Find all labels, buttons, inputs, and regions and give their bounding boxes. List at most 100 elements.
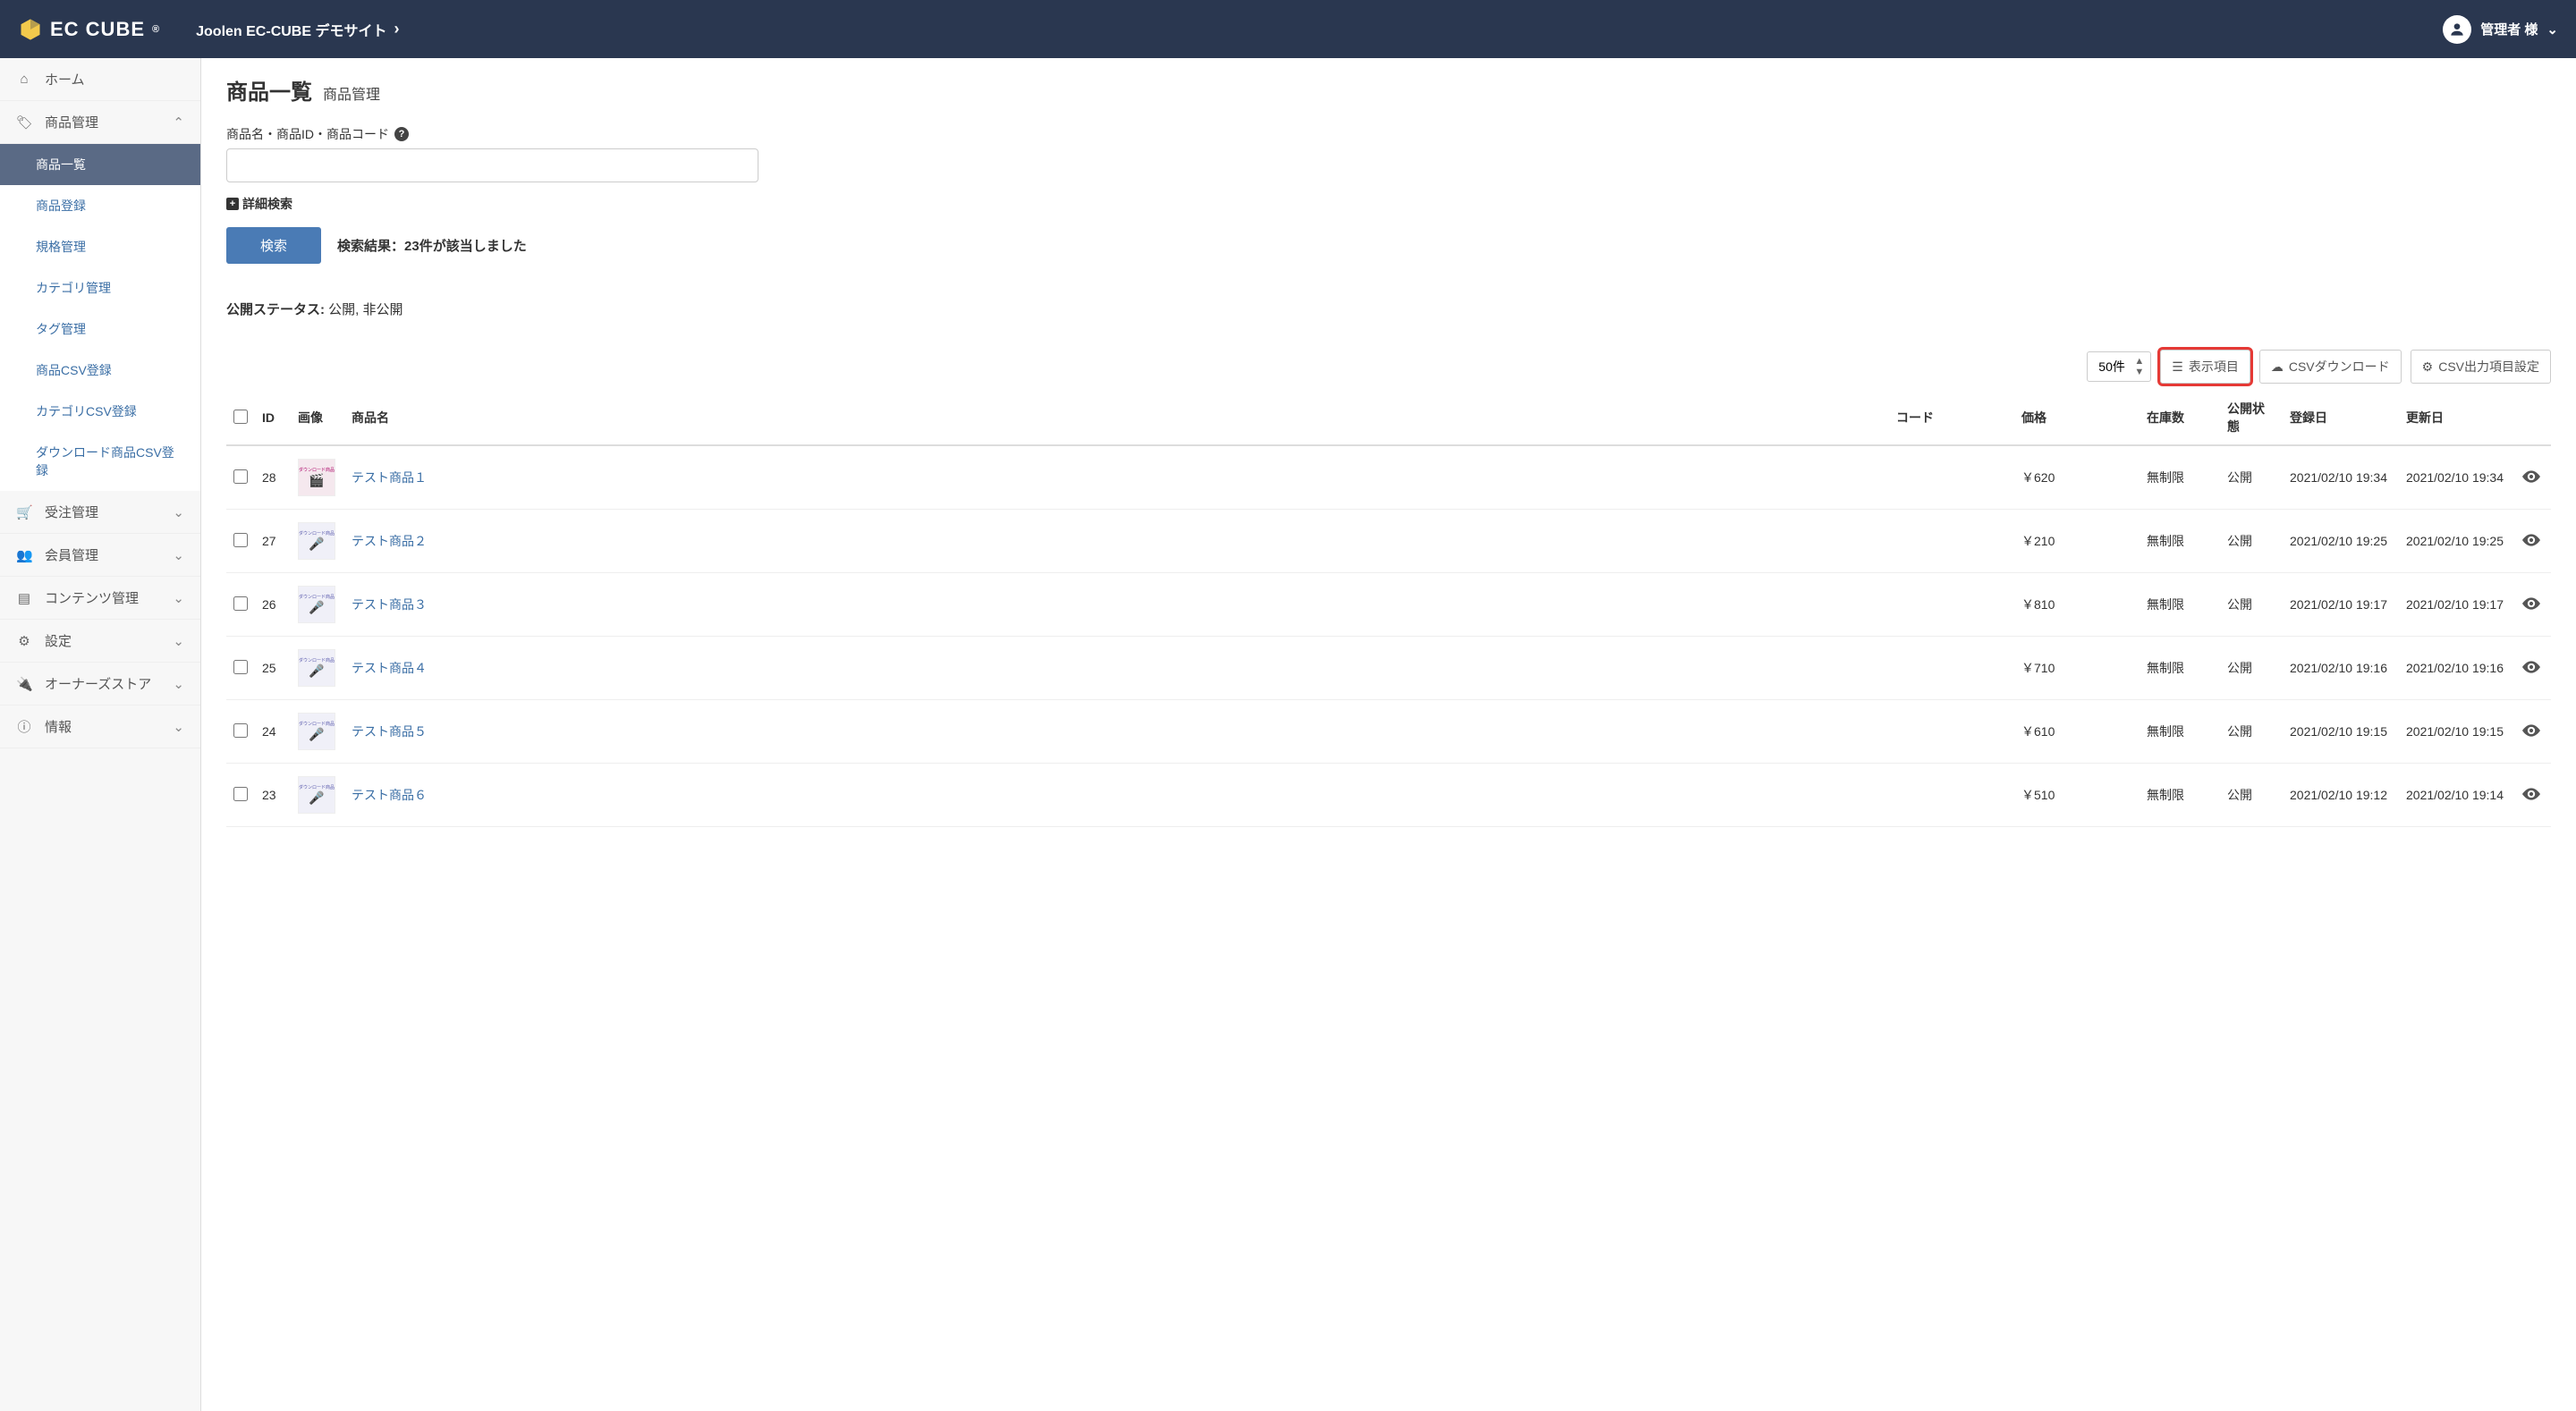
product-name-link[interactable]: テスト商品５	[352, 724, 427, 739]
sliders-icon: ☰	[2172, 359, 2183, 375]
cell-code	[1889, 510, 2014, 573]
display-columns-button[interactable]: ☰ 表示項目	[2160, 350, 2250, 384]
preview-icon[interactable]	[2522, 535, 2540, 549]
row-checkbox[interactable]	[233, 469, 248, 484]
cell-created: 2021/02/10 19:12	[2283, 764, 2399, 827]
preview-icon[interactable]	[2522, 598, 2540, 613]
cell-updated: 2021/02/10 19:15	[2399, 700, 2515, 764]
cell-updated: 2021/02/10 19:16	[2399, 637, 2515, 700]
preview-icon[interactable]	[2522, 789, 2540, 803]
preview-icon[interactable]	[2522, 471, 2540, 486]
cell-stock: 無制限	[2140, 445, 2220, 510]
page-heading: 商品一覧	[226, 74, 312, 106]
help-icon[interactable]: ?	[394, 127, 409, 141]
users-icon: 👥	[16, 547, 32, 563]
nav-product-csv[interactable]: 商品CSV登録	[0, 350, 200, 391]
product-name-link[interactable]: テスト商品１	[352, 470, 427, 485]
col-updated: 更新日	[2399, 391, 2515, 445]
nav-product-submenu: 商品一覧 商品登録 規格管理 カテゴリ管理 タグ管理 商品CSV登録 カテゴリC…	[0, 144, 200, 491]
cell-created: 2021/02/10 19:15	[2283, 700, 2399, 764]
chevron-down-icon: ⌄	[173, 590, 184, 606]
user-menu[interactable]: 管理者 様 ⌄	[2443, 15, 2558, 44]
cloud-download-icon: ☁	[2271, 359, 2284, 375]
nav-category-mgmt[interactable]: カテゴリ管理	[0, 267, 200, 308]
row-checkbox[interactable]	[233, 596, 248, 611]
csv-settings-button[interactable]: ⚙ CSV出力項目設定	[2411, 350, 2551, 384]
row-checkbox[interactable]	[233, 660, 248, 674]
cell-id: 23	[255, 764, 291, 827]
nav-info[interactable]: ⓘ 情報 ⌄	[0, 706, 200, 748]
user-avatar-icon	[2443, 15, 2471, 44]
brand-logo[interactable]: EC CUBE®	[18, 17, 160, 42]
csv-download-button[interactable]: ☁ CSVダウンロード	[2259, 350, 2402, 384]
cell-code	[1889, 573, 2014, 637]
product-name-link[interactable]: テスト商品３	[352, 597, 427, 612]
cell-price: ￥210	[2014, 510, 2140, 573]
nav-home[interactable]: ⌂ ホーム	[0, 58, 200, 101]
nav-category-csv[interactable]: カテゴリCSV登録	[0, 391, 200, 432]
nav-product-list[interactable]: 商品一覧	[0, 144, 200, 185]
per-page-select[interactable]: 50件	[2087, 351, 2151, 382]
col-created: 登録日	[2283, 391, 2399, 445]
cell-price: ￥620	[2014, 445, 2140, 510]
sidebar: ⌂ ホーム 🏷 商品管理 ⌃ 商品一覧 商品登録 規格管理 カテゴリ管理 タグ管…	[0, 58, 201, 1411]
chevron-down-icon: ⌄	[173, 633, 184, 649]
cell-id: 24	[255, 700, 291, 764]
advanced-search-toggle[interactable]: + 詳細検索	[226, 195, 2551, 213]
col-name: 商品名	[344, 391, 1889, 445]
cell-price: ￥510	[2014, 764, 2140, 827]
cell-status: 公開	[2220, 700, 2283, 764]
product-thumbnail: ダウンロード商品🎬	[298, 459, 335, 496]
nav-product-mgmt[interactable]: 🏷 商品管理 ⌃	[0, 101, 200, 144]
nav-order[interactable]: 🛒 受注管理 ⌄	[0, 491, 200, 534]
nav-product-register[interactable]: 商品登録	[0, 185, 200, 226]
table-row: 28ダウンロード商品🎬テスト商品１￥620無制限公開2021/02/10 19:…	[226, 445, 2551, 510]
cell-id: 26	[255, 573, 291, 637]
chevron-down-icon: ⌄	[173, 719, 184, 735]
cell-stock: 無制限	[2140, 700, 2220, 764]
search-input[interactable]	[226, 148, 758, 182]
table-row: 23ダウンロード商品🎤テスト商品６￥510無制限公開2021/02/10 19:…	[226, 764, 2551, 827]
preview-icon[interactable]	[2522, 662, 2540, 676]
cell-stock: 無制限	[2140, 637, 2220, 700]
cell-id: 28	[255, 445, 291, 510]
product-thumbnail: ダウンロード商品🎤	[298, 776, 335, 814]
product-name-link[interactable]: テスト商品４	[352, 661, 427, 675]
site-name-link[interactable]: Joolen EC-CUBE デモサイト ›	[196, 19, 399, 40]
nav-class-mgmt[interactable]: 規格管理	[0, 226, 200, 267]
nav-tag-mgmt[interactable]: タグ管理	[0, 308, 200, 350]
plus-icon: +	[226, 198, 239, 210]
page-subtitle: 商品管理	[323, 82, 380, 104]
nav-owner-store[interactable]: 🔌 オーナーズストア ⌄	[0, 663, 200, 706]
cell-updated: 2021/02/10 19:14	[2399, 764, 2515, 827]
cell-status: 公開	[2220, 445, 2283, 510]
cell-created: 2021/02/10 19:16	[2283, 637, 2399, 700]
cell-updated: 2021/02/10 19:25	[2399, 510, 2515, 573]
nav-setting[interactable]: ⚙ 設定 ⌄	[0, 620, 200, 663]
product-thumbnail: ダウンロード商品🎤	[298, 649, 335, 687]
row-checkbox[interactable]	[233, 533, 248, 547]
select-all-checkbox[interactable]	[233, 410, 248, 424]
table-row: 25ダウンロード商品🎤テスト商品４￥710無制限公開2021/02/10 19:…	[226, 637, 2551, 700]
cell-status: 公開	[2220, 637, 2283, 700]
cell-price: ￥710	[2014, 637, 2140, 700]
info-icon: ⓘ	[16, 717, 32, 736]
product-name-link[interactable]: テスト商品６	[352, 788, 427, 802]
col-status: 公開状態	[2220, 391, 2283, 445]
nav-customer[interactable]: 👥 会員管理 ⌄	[0, 534, 200, 577]
preview-icon[interactable]	[2522, 725, 2540, 739]
chevron-down-icon: ⌄	[173, 504, 184, 520]
row-checkbox[interactable]	[233, 723, 248, 738]
user-name: 管理者 様	[2480, 20, 2538, 38]
col-image: 画像	[291, 391, 344, 445]
row-checkbox[interactable]	[233, 787, 248, 801]
nav-download-csv[interactable]: ダウンロード商品CSV登録	[0, 432, 200, 491]
chevron-down-icon: ⌄	[2546, 21, 2558, 38]
status-filter-display: 公開ステータス: 公開, 非公開	[226, 300, 2551, 318]
cell-code	[1889, 637, 2014, 700]
product-name-link[interactable]: テスト商品２	[352, 534, 427, 548]
search-button[interactable]: 検索	[226, 227, 321, 264]
home-icon: ⌂	[16, 72, 32, 87]
page-title: 商品一覧 商品管理	[226, 74, 2551, 106]
nav-content[interactable]: ▤ コンテンツ管理 ⌄	[0, 577, 200, 620]
